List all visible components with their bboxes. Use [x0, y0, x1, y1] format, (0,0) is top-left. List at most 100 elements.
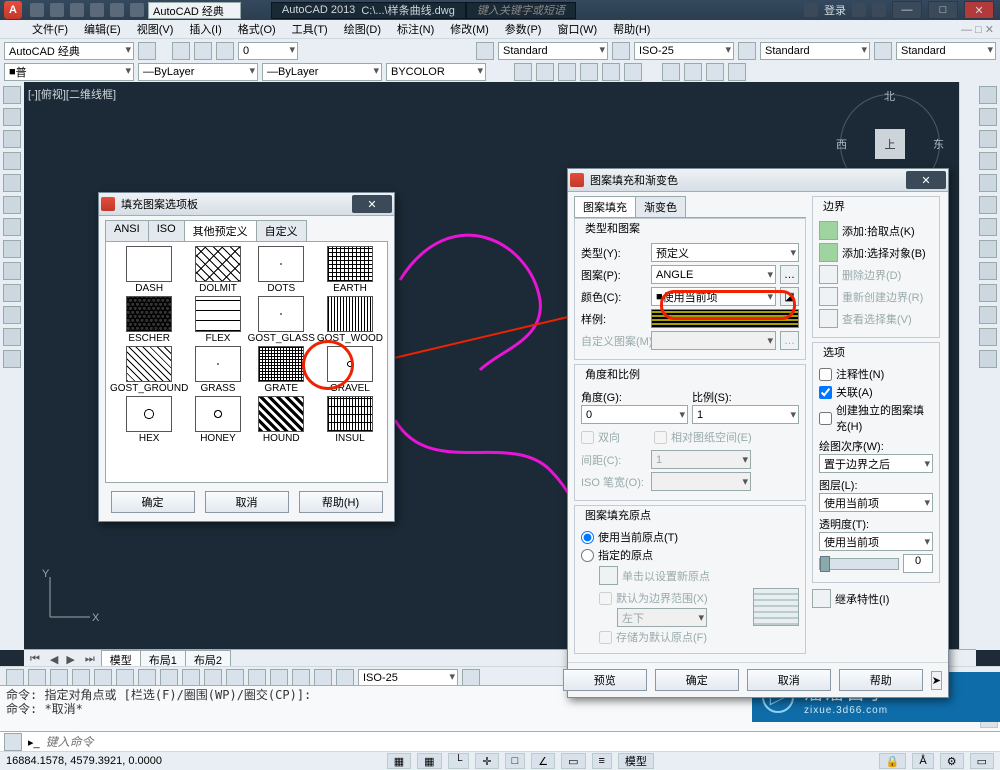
dyn-toggle[interactable]: ▭	[561, 753, 585, 769]
palette-cancel-button[interactable]: 取消	[205, 491, 289, 513]
sel-transparency[interactable]: 使用当前项	[819, 532, 933, 551]
tab-iso[interactable]: ISO	[148, 220, 185, 241]
hatch-titlebar[interactable]: 图案填充和渐变色 ✕	[568, 169, 948, 192]
palette-titlebar[interactable]: 填充图案选项板 ✕	[99, 193, 394, 216]
scale-icon[interactable]	[979, 240, 997, 258]
mirror-icon[interactable]	[979, 130, 997, 148]
sel-scale[interactable]: 1	[692, 405, 799, 424]
menu-view[interactable]: 视图(V)	[131, 21, 180, 37]
grid-toggle[interactable]: ▦	[417, 753, 441, 769]
line-icon[interactable]	[3, 86, 21, 104]
signin-label[interactable]: 登录	[824, 2, 846, 18]
sel-pattern[interactable]: ANGLE	[651, 265, 776, 284]
sel-layer[interactable]: 使用当前项	[819, 493, 933, 512]
btn-pick-points[interactable]: 添加:拾取点(K)	[842, 223, 915, 239]
viewport2-icon[interactable]	[536, 63, 554, 81]
qat-redo-icon[interactable]	[110, 3, 124, 17]
layer-states-icon[interactable]	[194, 42, 212, 60]
pattern-grass[interactable]: GRASS	[190, 346, 245, 394]
tab-nav-prev-icon[interactable]: ◀	[46, 653, 62, 666]
table-icon[interactable]	[3, 328, 21, 346]
offset-icon[interactable]	[979, 152, 997, 170]
fillet-icon[interactable]	[979, 328, 997, 346]
lwt-toggle[interactable]: ≡	[592, 753, 612, 769]
exchange-icon[interactable]	[852, 3, 866, 17]
hatch-icon[interactable]	[3, 218, 21, 236]
command-history-icon[interactable]	[4, 733, 22, 751]
snap-toggle[interactable]: ▦	[387, 753, 411, 769]
pattern-hex[interactable]: HEX	[110, 396, 188, 444]
mleaderstyle-combo[interactable]: Standard	[896, 42, 996, 60]
menu-modify[interactable]: 修改(M)	[444, 21, 495, 37]
layer-zero-combo[interactable]: 0	[238, 42, 298, 60]
tablestyle-icon[interactable]	[738, 42, 756, 60]
explode-icon[interactable]	[979, 350, 997, 368]
workspace-combo[interactable]: AutoCAD 经典	[4, 42, 134, 60]
pattern-gost-wood[interactable]: GOST_WOOD	[317, 296, 383, 344]
menu-dim[interactable]: 标注(N)	[391, 21, 440, 37]
annovis-icon[interactable]: Å	[912, 753, 933, 769]
tab-other[interactable]: 其他预定义	[184, 220, 257, 241]
sel-type[interactable]: 预定义	[651, 243, 799, 262]
pattern-escher[interactable]: ESCHER	[110, 296, 188, 344]
swatch-preview[interactable]	[651, 309, 799, 328]
color-combo[interactable]: ■ 普	[4, 63, 134, 81]
menu-tools[interactable]: 工具(T)	[286, 21, 334, 37]
maximize-button[interactable]: □	[928, 1, 958, 19]
ws-settings-icon[interactable]	[138, 42, 156, 60]
spline-icon[interactable]	[3, 240, 21, 258]
point-icon[interactable]	[3, 262, 21, 280]
rotate-icon[interactable]	[979, 218, 997, 236]
textstyle-combo[interactable]: Standard	[498, 42, 608, 60]
chk-associative[interactable]: 关联(A)	[819, 384, 933, 400]
erase-icon[interactable]	[979, 86, 997, 104]
btn-cancel[interactable]: 取消	[747, 669, 831, 691]
layer-freeze-icon[interactable]	[216, 42, 234, 60]
tab-gradient[interactable]: 渐变色	[635, 196, 686, 217]
btn-inherit[interactable]: 继承特性(I)	[835, 591, 889, 607]
pattern-flex[interactable]: FLEX	[190, 296, 245, 344]
expand-button[interactable]: ➤	[931, 671, 942, 690]
vertical-scrollbar[interactable]	[959, 82, 976, 650]
move-icon[interactable]	[979, 196, 997, 214]
layer-props-icon[interactable]	[172, 42, 190, 60]
trim-icon[interactable]	[979, 284, 997, 302]
ellipse-icon[interactable]	[3, 196, 21, 214]
array-icon[interactable]	[979, 174, 997, 192]
annoscale-icon[interactable]: 🔒	[879, 753, 907, 769]
pattern-dots[interactable]: DOTS	[248, 246, 315, 294]
ortho-toggle[interactable]: └	[448, 753, 470, 769]
bgcolor-button[interactable]: ◪	[780, 287, 799, 306]
viewport5-icon[interactable]	[602, 63, 620, 81]
pattern-hound[interactable]: HOUND	[248, 396, 315, 444]
sel-draw-order[interactable]: 置于边界之后	[819, 454, 933, 473]
model-toggle[interactable]: 模型	[618, 753, 654, 769]
qat-print-icon[interactable]	[130, 3, 144, 17]
tab-nav-last-icon[interactable]: ⏭	[79, 653, 101, 666]
btn-ok[interactable]: 确定	[655, 669, 739, 691]
tab-nav-first-icon[interactable]: ⏮	[24, 653, 46, 666]
pattern-earth[interactable]: EARTH	[317, 246, 383, 294]
ws-switch-icon[interactable]: ⚙	[940, 753, 964, 769]
radio-current-origin[interactable]: 使用当前原点(T)	[581, 529, 799, 545]
menu-insert[interactable]: 插入(I)	[183, 21, 227, 37]
help-icon[interactable]	[872, 3, 886, 17]
menu-draw[interactable]: 绘图(D)	[338, 21, 387, 37]
tab-custom[interactable]: 自定义	[256, 220, 307, 241]
dimstyle-icon[interactable]	[612, 42, 630, 60]
pattern-insul[interactable]: INSUL	[317, 396, 383, 444]
viewport-label[interactable]: [-][俯视][二维线框]	[28, 86, 116, 102]
stretch-icon[interactable]	[979, 262, 997, 280]
copy-icon[interactable]	[979, 108, 997, 126]
menu-file[interactable]: 文件(F)	[26, 21, 74, 37]
pattern-gost-glass[interactable]: GOST_GLASS	[248, 296, 315, 344]
pattern-gost-ground[interactable]: GOST_GROUND	[110, 346, 188, 394]
qat-save-icon[interactable]	[70, 3, 84, 17]
hatch-close-button[interactable]: ✕	[906, 171, 946, 189]
palette-ok-button[interactable]: 确定	[111, 491, 195, 513]
refopen-icon[interactable]	[684, 63, 702, 81]
viewport3-icon[interactable]	[558, 63, 576, 81]
btn-select-objects[interactable]: 添加:选择对象(B)	[842, 245, 926, 261]
doc-min-icon[interactable]: — □ ✕	[955, 23, 1000, 36]
polar-toggle[interactable]: ✛	[475, 753, 498, 769]
